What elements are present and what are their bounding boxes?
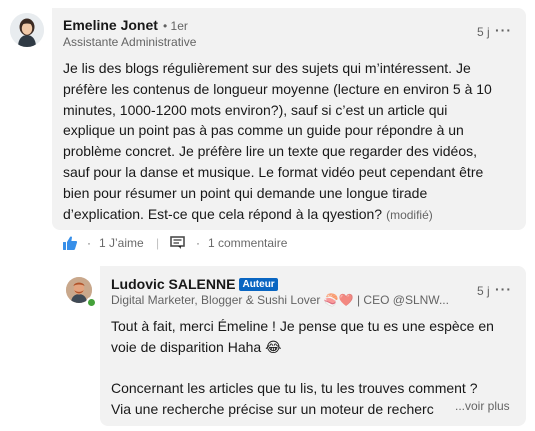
- comment-line: problème concret. Je préfère lire un tex…: [63, 143, 478, 160]
- reply-line: Tout à fait, merci Émeline ! Je pense qu…: [111, 318, 494, 334]
- reply-line: [111, 358, 494, 379]
- connection-degree: • 1er: [163, 19, 188, 33]
- author-badge: Auteur: [239, 278, 278, 291]
- online-status-indicator: [86, 297, 97, 308]
- see-more-link[interactable]: ...voir plus: [455, 399, 510, 413]
- modified-label: (modifié): [386, 207, 433, 222]
- comment-line: minutes, 1000-1200 mots environ?), sauf …: [63, 101, 448, 118]
- author-headline: Assistante Administrative: [63, 35, 197, 49]
- comment-line: sauf pour la danse et musique. Le format…: [63, 163, 484, 180]
- more-icon[interactable]: ···: [495, 22, 512, 38]
- comment-line: d’explication. Est-ce que cela répond à …: [63, 205, 383, 222]
- comment-time: 5 j: [477, 25, 490, 39]
- reply-headline: Digital Marketer, Blogger & Sushi Lover …: [111, 293, 449, 307]
- comment-line: explique un point pas à pas comme un gui…: [63, 122, 464, 139]
- likes-count[interactable]: 1 J’aime: [99, 234, 144, 252]
- comment-text: Je lis des blogs régulièrement sur des s…: [63, 58, 492, 225]
- reply-line: voie de disparition Haha 😂: [111, 338, 282, 355]
- author-name[interactable]: Emeline Jonet: [63, 17, 158, 33]
- separator: ·: [196, 236, 200, 250]
- reply-line: Concernant les articles que tu lis, tu l…: [111, 380, 478, 397]
- divider: |: [156, 236, 160, 250]
- reply-line: Via une recherche précise sur un moteur …: [111, 401, 434, 418]
- reply-text: Tout à fait, merci Émeline ! Je pense qu…: [111, 316, 494, 420]
- separator: ·: [87, 236, 91, 250]
- comment-line: bien pour résumer un point qui demande u…: [63, 184, 428, 201]
- comment-line: préfère les contenus de longueur moyenne…: [63, 80, 492, 97]
- comment-line: Je lis des blogs régulièrement sur des s…: [63, 60, 471, 76]
- avatar[interactable]: [10, 13, 44, 47]
- like-icon[interactable]: [62, 235, 78, 256]
- more-icon[interactable]: ···: [495, 281, 512, 297]
- reply-author-name[interactable]: Ludovic SALENNE Auteur: [111, 276, 278, 292]
- reply-author[interactable]: Ludovic SALENNE: [111, 276, 235, 292]
- comment-icon[interactable]: [170, 236, 185, 255]
- comment-line-last: d’explication. Est-ce que cela répond à …: [63, 204, 492, 226]
- reply-time: 5 j: [477, 284, 490, 298]
- replies-count[interactable]: 1 commentaire: [208, 234, 287, 252]
